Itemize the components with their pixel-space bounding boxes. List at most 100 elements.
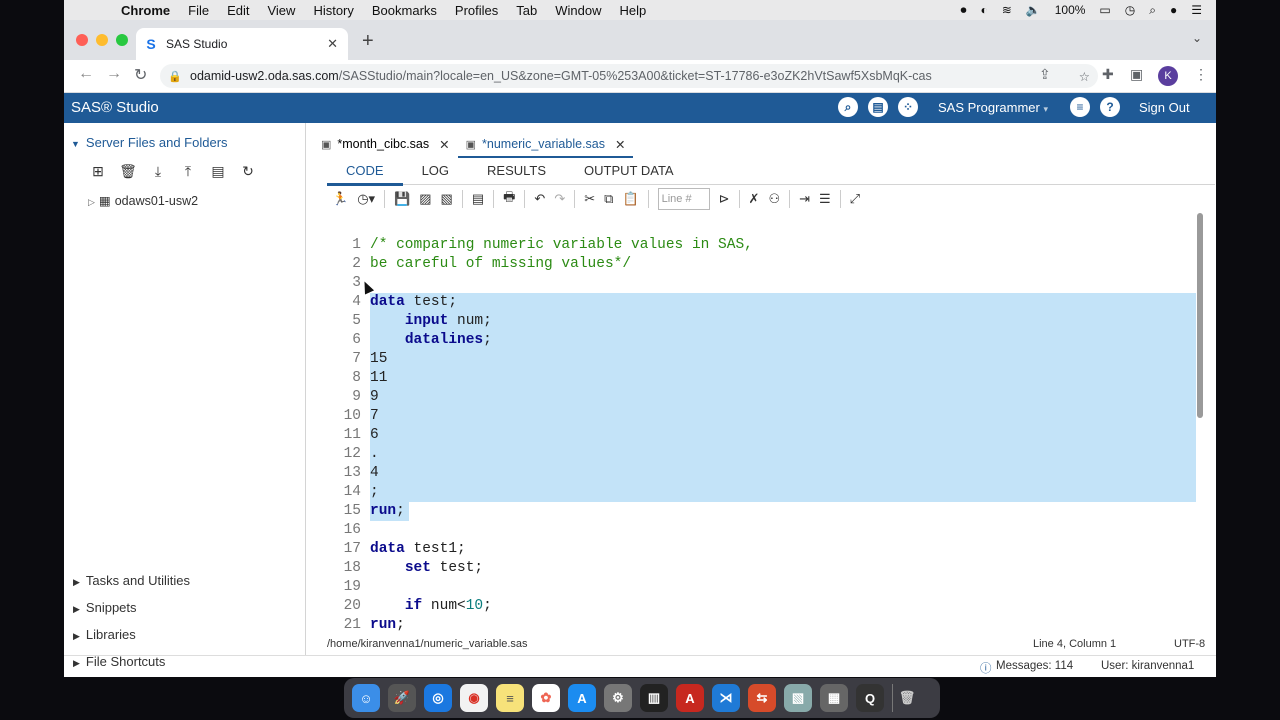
code-line[interactable]: 19	[326, 578, 1196, 597]
finder-icon[interactable]: ☺	[352, 684, 380, 712]
siri-icon[interactable]: ●	[1170, 3, 1177, 17]
app-store-icon[interactable]: A	[568, 684, 596, 712]
history-icon[interactable]: ◷▾	[357, 191, 375, 207]
launchpad-icon[interactable]: 🚀	[388, 684, 416, 712]
piano-icon[interactable]: ▥	[640, 684, 668, 712]
print-icon[interactable]: 🖶	[503, 188, 515, 210]
address-bar[interactable]: 🔒 odamid-usw2.oda.sas.com/SASStudio/main…	[160, 64, 1098, 88]
acrobat-icon[interactable]: A	[676, 684, 704, 712]
run-icon[interactable]: 🏃	[332, 191, 348, 207]
menu-history[interactable]: History	[304, 3, 362, 18]
code-line[interactable]: 1 /* comparing numeric variable values in…	[326, 236, 1196, 255]
code-line[interactable]: 18 set test;	[326, 559, 1196, 578]
record-icon[interactable]: ⏺	[960, 3, 966, 18]
maximize-icon[interactable]: ⤢	[850, 191, 860, 207]
share-icon[interactable]: ⇪	[1039, 66, 1051, 83]
messages-count[interactable]: Messages: 114	[996, 660, 1073, 672]
upload-icon[interactable]: ⤒	[178, 163, 198, 180]
go-to-line-icon[interactable]: ⊳	[719, 191, 730, 207]
new-file-icon[interactable]: ⊞	[88, 163, 108, 180]
open-in-browser-icon[interactable]: ▤	[472, 191, 484, 207]
redo-icon[interactable]: ↷	[554, 191, 565, 207]
code-line[interactable]: 15 run;	[326, 502, 1196, 521]
options-menu-icon[interactable]: ≡	[1070, 97, 1090, 117]
clock-icon[interactable]: ◷	[1125, 3, 1135, 17]
chrome-icon[interactable]: ◉	[460, 684, 488, 712]
close-tab-icon[interactable]: ✕	[327, 36, 338, 52]
code-line[interactable]: 16	[326, 521, 1196, 540]
server-node[interactable]: ▷ ▦ odaws01-usw2	[88, 193, 198, 208]
quicktime-icon[interactable]: Q	[856, 684, 884, 712]
remote-desktop-icon[interactable]: ⇆	[748, 684, 776, 712]
server-files-header[interactable]: ▼ Server Files and Folders	[71, 135, 228, 150]
indent-icon[interactable]: ⇥	[799, 191, 810, 207]
code-line[interactable]: 4 data test;	[326, 293, 1196, 312]
code-line[interactable]: 8 11	[326, 369, 1196, 388]
side-panel-icon[interactable]: ▣	[1130, 66, 1143, 83]
new-tab-button[interactable]: +	[362, 30, 374, 53]
photos-icon[interactable]: ✿	[532, 684, 560, 712]
section-libraries[interactable]: ▶ Libraries	[73, 627, 136, 642]
profile-avatar[interactable]: K	[1158, 66, 1178, 86]
menu-profiles[interactable]: Profiles	[446, 3, 507, 18]
code-line[interactable]: 2 be careful of missing values*/	[326, 255, 1196, 274]
code-line[interactable]: 21 run;	[326, 616, 1196, 635]
minimize-window-button[interactable]	[96, 34, 108, 46]
wifi-icon[interactable]: ≋	[1002, 3, 1012, 17]
vscode-icon[interactable]: ⋊	[712, 684, 740, 712]
code-line[interactable]: 5 input num;	[326, 312, 1196, 331]
safari-icon[interactable]: ◎	[424, 684, 452, 712]
code-editor[interactable]: 1 /* comparing numeric variable values in…	[326, 215, 1196, 635]
notes-icon[interactable]: ≡	[496, 684, 524, 712]
cut-icon[interactable]: ✂	[584, 191, 595, 207]
menu-window[interactable]: Window	[546, 3, 610, 18]
code-line[interactable]: 11 6	[326, 426, 1196, 445]
close-tab-icon[interactable]: ✕	[439, 137, 449, 152]
code-line[interactable]: 17 data test1;	[326, 540, 1196, 559]
download-icon[interactable]: ⤓	[148, 163, 168, 180]
sign-out-link[interactable]: Sign Out	[1139, 100, 1190, 115]
tab-code[interactable]: CODE	[327, 160, 403, 186]
spotlight-icon[interactable]: ⌕	[1149, 3, 1156, 18]
control-center-icon[interactable]: ☰	[1191, 3, 1202, 17]
extensions-icon[interactable]: ✚	[1102, 66, 1114, 83]
menu-help[interactable]: Help	[611, 3, 656, 18]
format-code-icon[interactable]: ☰	[819, 191, 831, 207]
code-line[interactable]: 13 4	[326, 464, 1196, 483]
trash-icon[interactable]: 🗑	[892, 684, 921, 712]
code-line[interactable]: 7 15	[326, 350, 1196, 369]
clear-code-icon[interactable]: ✗	[749, 191, 760, 207]
code-line[interactable]: 3	[326, 274, 1196, 293]
back-icon[interactable]: ←	[78, 65, 94, 83]
code-line[interactable]: 12.	[326, 445, 1196, 464]
battery-icon[interactable]: ▭	[1099, 3, 1110, 17]
volume-icon[interactable]: 🔈	[1026, 3, 1041, 17]
close-tab-icon[interactable]: ✕	[615, 137, 625, 152]
delete-icon[interactable]: 🗑	[118, 163, 138, 180]
apps-grid-icon[interactable]: ⁘	[898, 97, 918, 117]
calculator-icon[interactable]: ▦	[820, 684, 848, 712]
preview-icon[interactable]: ▧	[784, 684, 812, 712]
menu-bookmarks[interactable]: Bookmarks	[363, 3, 446, 18]
undo-icon[interactable]: ↶	[534, 191, 545, 207]
section-tasks-and-utilities[interactable]: ▶ Tasks and Utilities	[73, 573, 190, 588]
bookmark-star-icon[interactable]: ☆	[1079, 69, 1090, 84]
perspective-dropdown[interactable]: SAS Programmer ▾	[938, 100, 1048, 115]
code-line[interactable]: 20 if num<10;	[326, 597, 1196, 616]
code-line[interactable]: 99	[326, 388, 1196, 407]
browser-tab-sas-studio[interactable]: S SAS Studio ✕	[136, 28, 348, 60]
go-to-line-input[interactable]: Line #	[657, 188, 710, 210]
save-as-icon[interactable]: ▨	[419, 191, 431, 207]
tab-output-data[interactable]: OUTPUT DATA	[565, 160, 693, 183]
print-icon[interactable]: ▤	[868, 97, 888, 117]
sync-icon[interactable]: ◐	[980, 3, 987, 17]
reload-icon[interactable]: ↻	[134, 65, 147, 85]
help-icon[interactable]: ?	[1100, 97, 1120, 117]
menu-view[interactable]: View	[258, 3, 304, 18]
zoom-window-button[interactable]	[116, 34, 128, 46]
program-tab-numeric-variable[interactable]: ▣ *numeric_variable.sas ✕	[457, 132, 634, 158]
code-line[interactable]: 10 7	[326, 407, 1196, 426]
close-window-button[interactable]	[76, 34, 88, 46]
program-tab-month-cibc[interactable]: ▣ *month_cibc.sas ✕	[313, 132, 458, 158]
code-line[interactable]: 14;	[326, 483, 1196, 502]
